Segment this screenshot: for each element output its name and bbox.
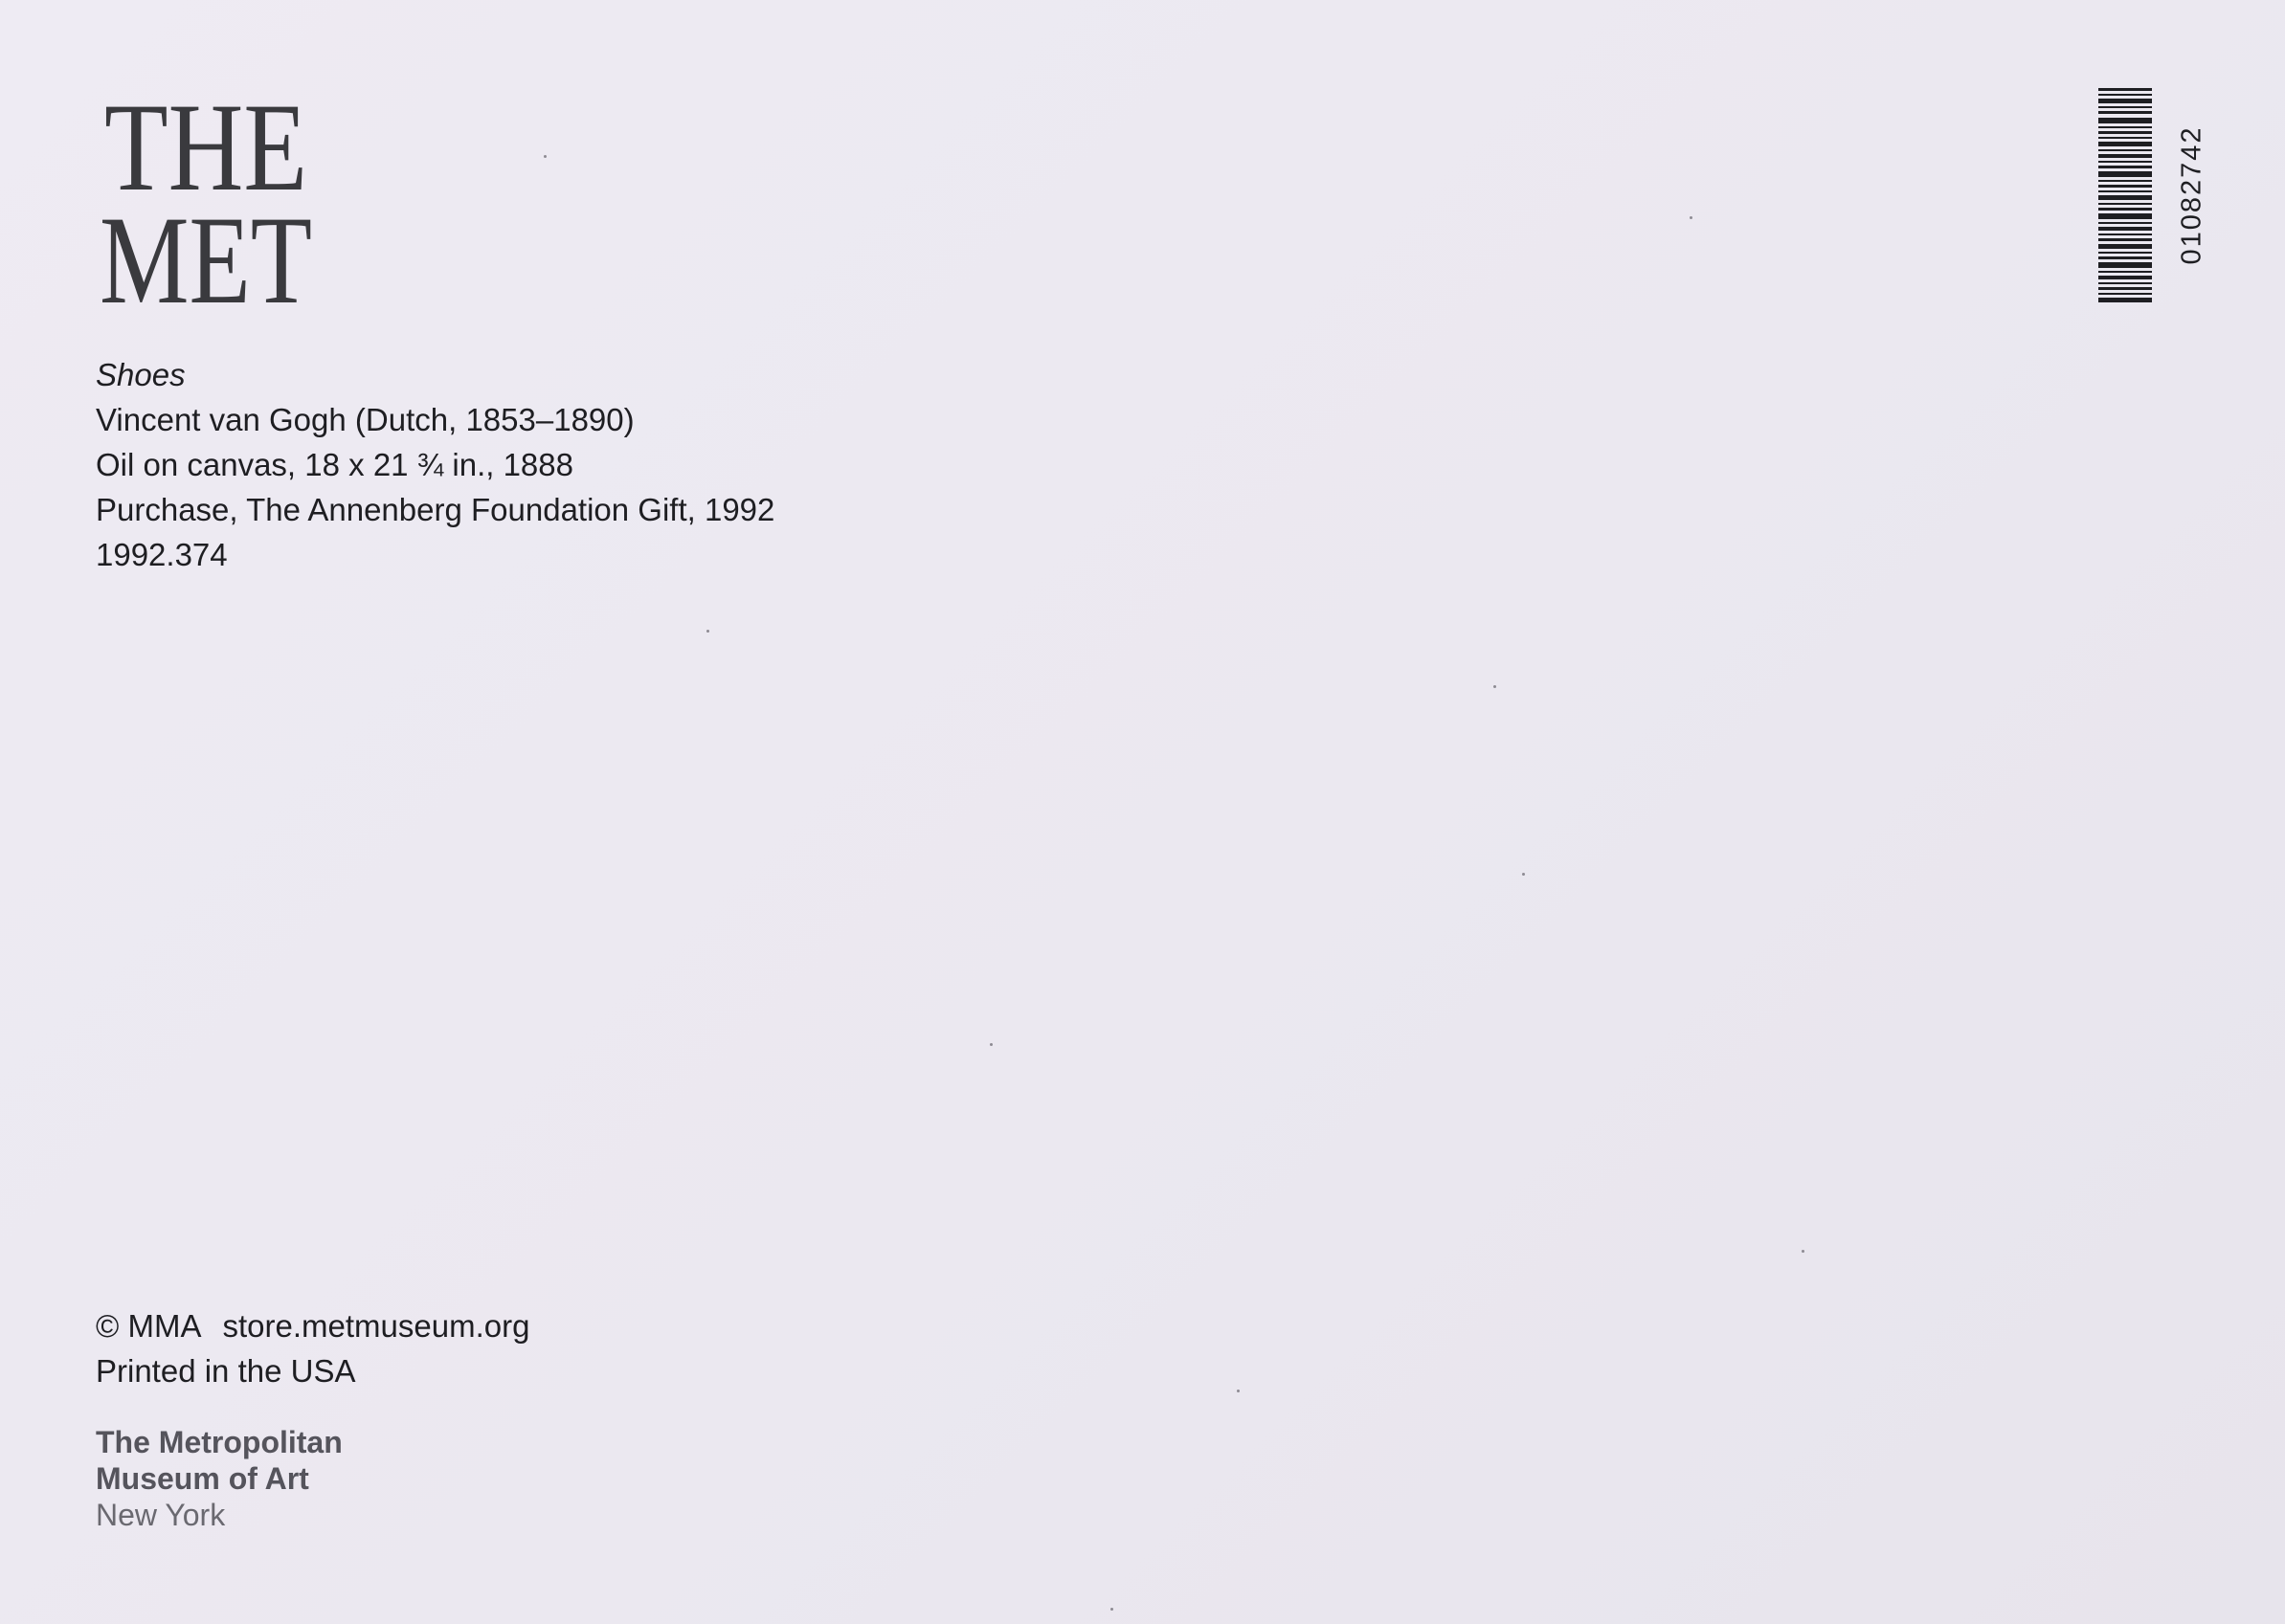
paper-speck (1690, 216, 1692, 219)
paper-speck (1110, 1608, 1113, 1611)
logo-line-2: MET (100, 189, 312, 310)
barcode-icon (2098, 88, 2152, 302)
paper-speck (1802, 1250, 1804, 1253)
footer-info: © MMA store.metmuseum.org Printed in the … (96, 1303, 529, 1393)
printed-line: Printed in the USA (96, 1353, 356, 1389)
institution-name: The Metropolitan Museum of Art New York (96, 1424, 343, 1533)
met-logo: THE MET (96, 88, 316, 310)
store-website: store.metmuseum.org (222, 1308, 530, 1344)
institution-line-1: The Metropolitan (96, 1425, 343, 1459)
barcode-number: 01082742 (2176, 125, 2207, 265)
artwork-medium: Oil on canvas, 18 x 21 ¾ in., 1888 (96, 447, 573, 482)
paper-speck (1522, 873, 1525, 876)
institution-city: New York (96, 1498, 226, 1532)
copyright-text: © MMA (96, 1308, 202, 1344)
artwork-title: Shoes (96, 357, 186, 392)
artwork-caption: Shoes Vincent van Gogh (Dutch, 1853–1890… (96, 352, 774, 577)
institution-line-2: Museum of Art (96, 1461, 309, 1496)
paper-speck (706, 630, 709, 633)
artwork-accession: 1992.374 (96, 537, 228, 572)
copyright-line: © MMA store.metmuseum.org (96, 1303, 529, 1348)
paper-speck (544, 155, 547, 158)
artwork-credit: Purchase, The Annenberg Foundation Gift,… (96, 492, 775, 527)
artwork-artist: Vincent van Gogh (Dutch, 1853–1890) (96, 402, 635, 437)
paper-speck (1493, 685, 1496, 688)
paper-speck (990, 1043, 993, 1046)
paper-speck (1237, 1390, 1240, 1392)
postcard-back: THE MET Shoes Vincent van Gogh (Dutch, 1… (0, 0, 2285, 1624)
